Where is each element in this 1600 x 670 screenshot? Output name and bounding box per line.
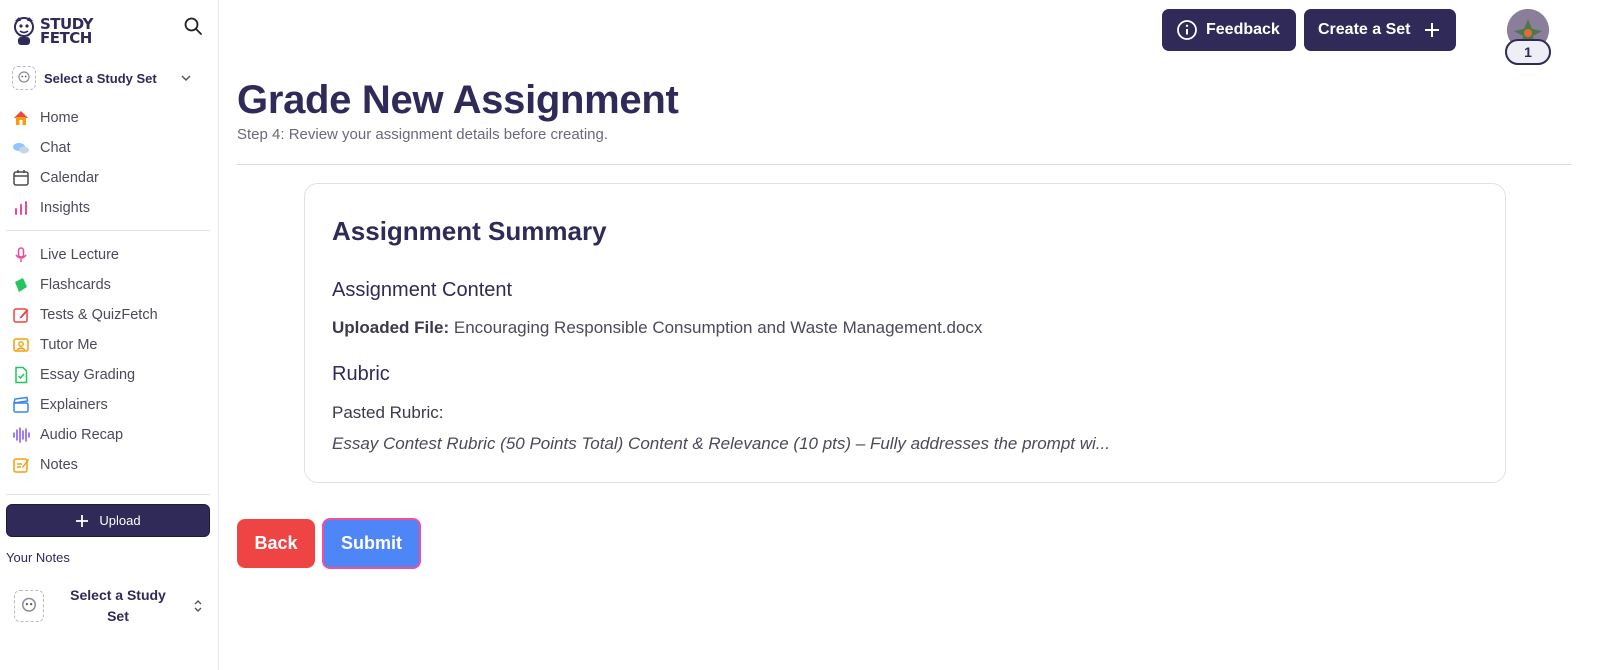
nav-primary: Home Chat Calendar Insights <box>12 103 207 223</box>
page-title: Grade New Assignment <box>237 78 679 122</box>
sidebar-item-calendar[interactable]: Calendar <box>12 163 207 193</box>
clapperboard-icon <box>12 396 30 414</box>
study-set-select[interactable]: Select a Study Set <box>12 66 192 90</box>
insights-icon <box>12 199 30 217</box>
sidebar-item-insights[interactable]: Insights <box>12 193 207 223</box>
create-set-label: Create a Set <box>1318 21 1411 38</box>
assignment-content-heading: Assignment Content <box>332 279 513 301</box>
feedback-label: Feedback <box>1206 21 1280 38</box>
dog-mascot-icon <box>14 17 34 45</box>
upload-label: Upload <box>99 513 141 528</box>
sidebar-item-essay-grading[interactable]: Essay Grading <box>12 360 207 390</box>
create-set-button[interactable]: Create a Set <box>1304 9 1456 51</box>
brand-wordmark: STUDY FETCH <box>40 15 93 47</box>
study-set-select-label: Select a Study Set <box>44 70 157 86</box>
notification-count-badge: 1 <box>1505 39 1551 65</box>
sidebar-divider <box>6 494 210 495</box>
profile-avatar[interactable]: 1 <box>1505 9 1551 67</box>
notes-study-set-label: Select a Study Set <box>70 587 166 624</box>
sidebar: STUDY FETCH Select a Study Set Home Chat… <box>0 0 219 670</box>
plus-icon <box>1424 23 1439 37</box>
sidebar-item-notes[interactable]: Notes <box>12 450 207 480</box>
sidebar-item-audio-recap[interactable]: Audio Recap <box>12 420 207 450</box>
notes-study-set-select[interactable]: Select a Study Set <box>14 584 204 628</box>
sidebar-item-chat[interactable]: Chat <box>12 133 207 163</box>
microphone-icon <box>12 246 30 264</box>
submit-button[interactable]: Submit <box>322 518 421 569</box>
page-subtitle: Step 4: Review your assignment details b… <box>237 126 609 143</box>
chat-icon <box>12 139 30 157</box>
sidebar-divider <box>6 230 210 231</box>
nav-secondary: Live Lecture Flashcards Tests & QuizFetc… <box>12 240 207 480</box>
plus-icon <box>76 514 89 527</box>
study-set-avatar <box>12 66 36 90</box>
flashcards-icon <box>12 276 30 294</box>
chevron-down-icon <box>181 75 191 82</box>
studyfetch-logo[interactable]: STUDY FETCH <box>12 15 93 47</box>
uploaded-file-name: Encouraging Responsible Consumption and … <box>453 318 983 337</box>
rubric-heading: Rubric <box>332 363 390 385</box>
study-set-avatar <box>14 590 44 622</box>
search-icon[interactable] <box>183 16 203 36</box>
assignment-summary-card: Assignment Summary Assignment Content Up… <box>304 183 1506 483</box>
sidebar-item-live-lecture[interactable]: Live Lecture <box>12 240 207 270</box>
back-button[interactable]: Back <box>237 519 315 568</box>
header-divider <box>237 164 1572 165</box>
feedback-button[interactable]: Feedback <box>1162 9 1296 51</box>
home-icon <box>12 109 30 127</box>
calendar-icon <box>12 169 30 187</box>
pasted-rubric-label: Pasted Rubric: <box>332 403 444 422</box>
rubric-preview: Essay Contest Rubric (50 Points Total) C… <box>332 434 1110 453</box>
info-icon <box>1177 20 1197 40</box>
your-notes-heading: Your Notes <box>6 550 70 565</box>
uploaded-file-line: Uploaded File: Encouraging Responsible C… <box>332 318 982 338</box>
notes-icon <box>12 456 30 474</box>
sidebar-item-explainers[interactable]: Explainers <box>12 390 207 420</box>
sidebar-item-tests-quizfetch[interactable]: Tests & QuizFetch <box>12 300 207 330</box>
chevron-updown-icon <box>194 600 202 612</box>
document-check-icon <box>12 366 30 384</box>
audio-wave-icon <box>12 426 30 444</box>
tutor-icon <box>12 336 30 354</box>
pencil-icon <box>12 306 30 324</box>
sidebar-item-home[interactable]: Home <box>12 103 207 133</box>
sidebar-item-tutor-me[interactable]: Tutor Me <box>12 330 207 360</box>
sidebar-item-flashcards[interactable]: Flashcards <box>12 270 207 300</box>
upload-button[interactable]: Upload <box>6 504 210 537</box>
uploaded-file-label: Uploaded File: <box>332 318 450 337</box>
summary-title: Assignment Summary <box>332 216 607 246</box>
